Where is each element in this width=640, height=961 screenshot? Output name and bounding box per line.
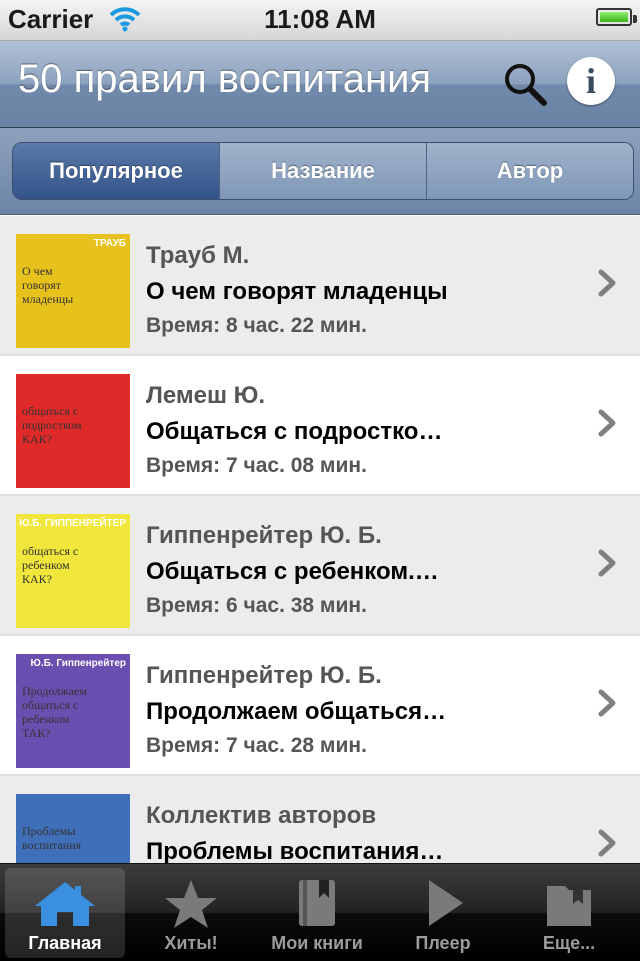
tab-bar: Главная Хиты! Мои книги Плеер Еще... — [0, 863, 640, 961]
book-row[interactable]: ТРАУБ О чем говорят младенцы Трауб М. О чем… — [0, 216, 640, 356]
tab-book[interactable]: Мои книги — [257, 868, 377, 958]
book-cover: Проблемы воспитания — [16, 794, 130, 864]
tab-play[interactable]: Плеер — [383, 868, 503, 958]
status-bar: Carrier 11:08 AM — [0, 0, 640, 41]
chevron-right-icon — [598, 409, 616, 437]
book-cover: общаться с подростком КАК? — [16, 374, 130, 488]
sort-segmented-control: Популярное Название Автор — [12, 142, 634, 200]
book-title: Общаться с подростко… — [146, 418, 443, 445]
tab-star[interactable]: Хиты! — [131, 868, 251, 958]
cover-title: О чем говорят младенцы — [22, 264, 74, 306]
chevron-right-icon — [598, 829, 616, 857]
cover-brand: Ю.Б. ГИППЕНРЕЙТЕР — [19, 518, 126, 529]
book-author: Гиппенрейтер Ю. Б. — [146, 662, 382, 689]
book-row[interactable]: Ю.Б. ГИППЕНРЕЙТЕР общаться с ребенком КАК… — [0, 496, 640, 636]
book-row[interactable]: Ю.Б. Гиппенрейтер Продолжаем общаться с р… — [0, 636, 640, 776]
book-author: Трауб М. — [146, 242, 250, 269]
cover-title: общаться с подростком КАК? — [22, 404, 82, 446]
segmented-bar: Популярное Название Автор — [0, 128, 640, 215]
info-button[interactable]: i — [567, 57, 615, 105]
book-author: Лемеш Ю. — [146, 382, 266, 409]
info-icon: i — [585, 61, 596, 101]
segment-author[interactable]: Автор — [427, 143, 633, 199]
search-icon — [505, 64, 547, 106]
book-cover: Ю.Б. Гиппенрейтер Продолжаем общаться с р… — [16, 654, 130, 768]
book-cover: Ю.Б. ГИППЕНРЕЙТЕР общаться с ребенком КАК… — [16, 514, 130, 628]
clock: 11:08 AM — [264, 4, 376, 34]
play-icon — [429, 880, 463, 926]
book-duration: Время: 7 час. 08 мин. — [146, 454, 367, 477]
cover-brand: ТРАУБ — [93, 238, 126, 249]
book-title: Продолжаем общаться… — [146, 698, 447, 725]
book-author: Коллектив авторов — [146, 802, 377, 829]
book-duration: Время: 8 час. 22 мин. — [146, 314, 367, 337]
segment-title[interactable]: Название — [220, 143, 427, 199]
book-title: О чем говорят младенцы — [146, 278, 448, 305]
book-icon — [299, 880, 335, 926]
chevron-right-icon — [598, 269, 616, 297]
book-author: Гиппенрейтер Ю. Б. — [146, 522, 382, 549]
tab-label: Главная — [28, 933, 102, 953]
battery-icon — [596, 8, 632, 26]
chevron-right-icon — [598, 689, 616, 717]
battery-tip — [633, 15, 637, 23]
chevron-right-icon — [598, 549, 616, 577]
navigation-bar: 50 правил воспитания i — [0, 41, 640, 128]
tab-label: Мои книги — [271, 933, 363, 953]
tab-label: Еще... — [542, 933, 596, 953]
home-icon — [35, 882, 95, 926]
cover-brand: Ю.Б. Гиппенрейтер — [30, 658, 126, 669]
tab-folder[interactable]: Еще... — [509, 868, 629, 958]
page-title: 50 правил воспитания — [18, 57, 432, 101]
book-title: Проблемы воспитания… — [146, 838, 444, 864]
book-row[interactable]: Проблемы воспитания Коллектив авторов Проб… — [0, 776, 640, 864]
tab-label: Плеер — [415, 933, 471, 953]
book-row[interactable]: общаться с подростком КАК? Лемеш Ю. Общать… — [0, 356, 640, 496]
star-icon — [165, 880, 217, 928]
book-duration: Время: 6 час. 38 мин. — [146, 594, 367, 617]
cover-title: Продолжаем общаться с ребенком ТАК? — [22, 684, 87, 740]
tab-home[interactable]: Главная — [5, 868, 125, 958]
folder-icon — [547, 886, 591, 926]
cover-title: Проблемы воспитания — [22, 824, 82, 852]
segment-popular[interactable]: Популярное — [13, 143, 220, 199]
book-title: Общаться с ребенком.… — [146, 558, 439, 585]
tab-label: Хиты! — [164, 933, 218, 953]
book-list: ТРАУБ О чем говорят младенцы Трауб М. О чем… — [0, 216, 640, 864]
search-button[interactable] — [500, 59, 550, 109]
cover-title: общаться с ребенком КАК? — [22, 544, 79, 586]
book-duration: Время: 7 час. 28 мин. — [146, 734, 367, 757]
book-cover: ТРАУБ О чем говорят младенцы — [16, 234, 130, 348]
